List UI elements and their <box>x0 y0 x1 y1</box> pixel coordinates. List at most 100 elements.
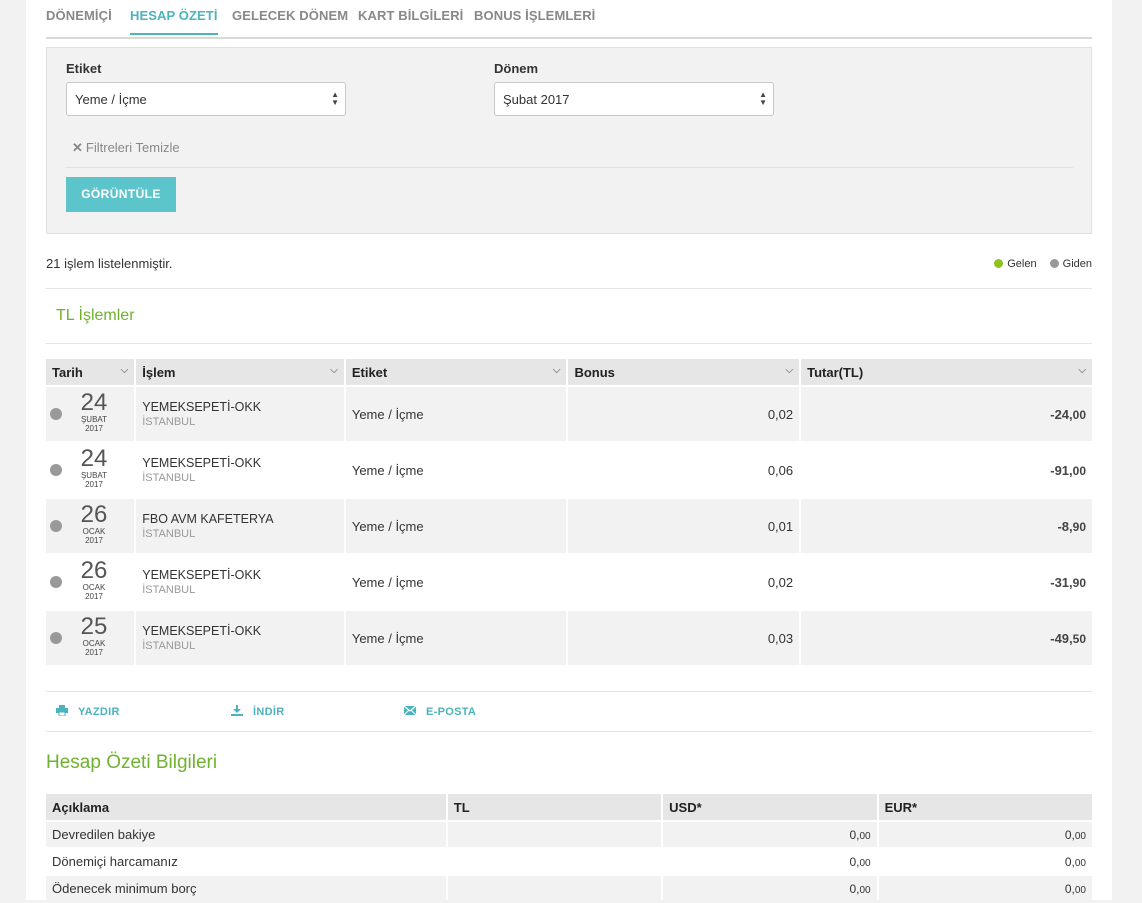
date-day: 26 <box>80 501 108 528</box>
tag-cell: Yeme / İçme <box>345 443 567 497</box>
select-arrows-icon: ▲ ▼ <box>759 90 767 107</box>
outgoing-dot-icon <box>1049 259 1059 268</box>
period-filter-label: Dönem <box>494 61 539 76</box>
transaction-cell: YEMEKSEPETİ-OKK İSTANBUL <box>136 387 344 441</box>
table-row: Ödenecek minimum borç 0,00 0,00 <box>46 876 1092 901</box>
table-row[interactable]: 26 OCAK 2017 YEMEKSEPETİ-OKK İSTANBUL Yeme … <box>46 555 1092 609</box>
amount-cell: -91,00 <box>801 443 1092 497</box>
column-header-bonus[interactable]: Bonus ⌵ <box>568 359 800 385</box>
date-year: 2017 <box>85 592 103 601</box>
outgoing-dot-icon <box>50 576 62 588</box>
outgoing-dot-icon <box>50 464 62 476</box>
usd-cell: 0,00 <box>663 822 877 847</box>
chevron-down-icon: ⌵ <box>330 365 338 376</box>
column-header-usd: USD* <box>663 794 877 820</box>
date-day: 25 <box>80 613 108 640</box>
tab-hesap-ozeti[interactable]: HESAP ÖZETİ <box>130 8 218 35</box>
transaction-cell: YEMEKSEPETİ-OKK İSTANBUL <box>136 443 344 497</box>
date-cell: 24 ŞUBAT 2017 <box>46 443 135 497</box>
tl-section-title: TL İşlemler <box>56 307 135 324</box>
column-header-amount[interactable]: Tutar(TL) ⌵ <box>801 359 1092 385</box>
tl-cell <box>447 822 662 847</box>
tab-bonus-islemleri[interactable]: BONUS İŞLEMLERİ <box>474 8 595 23</box>
merchant-name: FBO AVM KAFETERYA <box>142 512 274 526</box>
date-cell: 24 ŞUBAT 2017 <box>46 387 135 441</box>
statement-table: Açıklama TL USD* EUR* Devredilen bakiye … <box>44 792 1094 903</box>
date-cell: 25 OCAK 2017 <box>46 611 135 665</box>
tag-cell: Yeme / İçme <box>345 611 567 665</box>
merchant-city: İSTANBUL <box>142 640 196 652</box>
period-select-value: Şubat 2017 <box>503 92 570 107</box>
table-row[interactable]: 26 OCAK 2017 FBO AVM KAFETERYA İSTANBUL Yem… <box>46 499 1092 553</box>
download-button[interactable]: İNDİR <box>231 705 284 718</box>
merchant-city: İSTANBUL <box>142 416 196 428</box>
merchant-city: İSTANBUL <box>142 528 196 540</box>
merchant-city: İSTANBUL <box>142 584 196 596</box>
table-header-row: Açıklama TL USD* EUR* <box>46 794 1092 820</box>
date-day: 24 <box>80 445 108 472</box>
description-cell: Dönemiçi harcamanız <box>46 849 446 874</box>
amount-cell: -31,90 <box>801 555 1092 609</box>
date-day: 24 <box>80 389 108 416</box>
merchant-name: YEMEKSEPETİ-OKK <box>142 624 262 638</box>
amount-cell: -24,00 <box>801 387 1092 441</box>
transaction-cell: YEMEKSEPETİ-OKK İSTANBUL <box>136 555 344 609</box>
table-header-row: Tarih ⌵ İşlem ⌵ Etiket ⌵ Bonus ⌵ Tutar(TL) ⌵ <box>46 359 1092 385</box>
clear-filters-link[interactable]: ✕ Filtreleri Temizle <box>72 140 180 156</box>
date-year: 2017 <box>85 536 103 545</box>
legend-outgoing: Giden <box>1062 258 1092 270</box>
table-row: Dönemiçi harcamanız 0,00 0,00 <box>46 849 1092 874</box>
email-button[interactable]: E-POSTA <box>403 705 476 718</box>
merchant-name: YEMEKSEPETİ-OKK <box>142 456 262 470</box>
column-header-date[interactable]: Tarih ⌵ <box>46 359 135 385</box>
eur-cell: 0,00 <box>878 849 1092 874</box>
content-panel: DÖNEMİÇİ HESAP ÖZETİ GELECEK DÖNEM KART … <box>26 0 1112 903</box>
description-cell: Devredilen bakiye <box>46 822 446 847</box>
close-icon: ✕ <box>72 140 83 155</box>
tag-cell: Yeme / İçme <box>345 555 567 609</box>
period-select[interactable]: Şubat 2017 ▲ ▼ <box>494 82 774 116</box>
table-row[interactable]: 24 ŞUBAT 2017 YEMEKSEPETİ-OKK İSTANBUL Yeme… <box>46 387 1092 441</box>
filter-panel: Etiket Yeme / İçme ▲ ▼ Dönem Şubat 2017 ▲… <box>46 47 1092 234</box>
clear-filters-label: Filtreleri Temizle <box>85 140 180 155</box>
eur-cell: 0,00 <box>878 822 1092 847</box>
tl-cell <box>447 849 662 874</box>
column-header-transaction[interactable]: İşlem ⌵ <box>136 359 344 385</box>
tab-donemici[interactable]: DÖNEMİÇİ <box>46 8 112 23</box>
date-year: 2017 <box>85 424 103 433</box>
statement-section-title: Hesap Özeti Bilgileri <box>46 752 218 773</box>
column-header-tl: TL <box>447 794 662 820</box>
incoming-dot-icon <box>994 259 1004 268</box>
outgoing-dot-icon <box>50 632 62 644</box>
merchant-name: YEMEKSEPETİ-OKK <box>142 400 262 414</box>
merchant-name: YEMEKSEPETİ-OKK <box>142 568 262 582</box>
tab-gelecek-donem[interactable]: GELECEK DÖNEM <box>232 8 348 23</box>
transaction-count: 21 işlem listelenmiştir. <box>46 256 173 271</box>
print-button[interactable]: YAZDIR <box>56 705 120 718</box>
outgoing-dot-icon <box>50 408 62 420</box>
legend: Gelen Giden <box>984 258 1092 270</box>
divider <box>46 288 1092 289</box>
table-row[interactable]: 25 OCAK 2017 YEMEKSEPETİ-OKK İSTANBUL Yeme … <box>46 611 1092 665</box>
column-header-tag[interactable]: Etiket ⌵ <box>345 359 567 385</box>
filter-divider <box>65 167 1073 168</box>
table-row[interactable]: 24 ŞUBAT 2017 YEMEKSEPETİ-OKK İSTANBUL Yeme… <box>46 443 1092 497</box>
date-month: OCAK <box>82 527 106 536</box>
bonus-cell: 0,01 <box>568 499 800 553</box>
amount-cell: -8,90 <box>801 499 1092 553</box>
description-cell: Ödenecek minimum borç <box>46 876 446 901</box>
date-year: 2017 <box>85 648 103 657</box>
date-day: 26 <box>80 557 108 584</box>
tag-select-value: Yeme / İçme <box>75 92 147 107</box>
tag-select[interactable]: Yeme / İçme ▲ ▼ <box>66 82 346 116</box>
transaction-cell: YEMEKSEPETİ-OKK İSTANBUL <box>136 611 344 665</box>
view-button[interactable]: GÖRÜNTÜLE <box>66 177 176 212</box>
legend-incoming: Gelen <box>1007 258 1037 270</box>
bonus-cell: 0,06 <box>568 443 800 497</box>
chevron-down-icon: ⌵ <box>785 365 794 376</box>
bonus-cell: 0,02 <box>568 555 800 609</box>
tag-filter-label: Etiket <box>66 61 102 76</box>
date-month: ŞUBAT <box>80 415 108 424</box>
tab-kart-bilgileri[interactable]: KART BİLGİLERİ <box>358 8 463 23</box>
tl-cell <box>447 876 662 901</box>
